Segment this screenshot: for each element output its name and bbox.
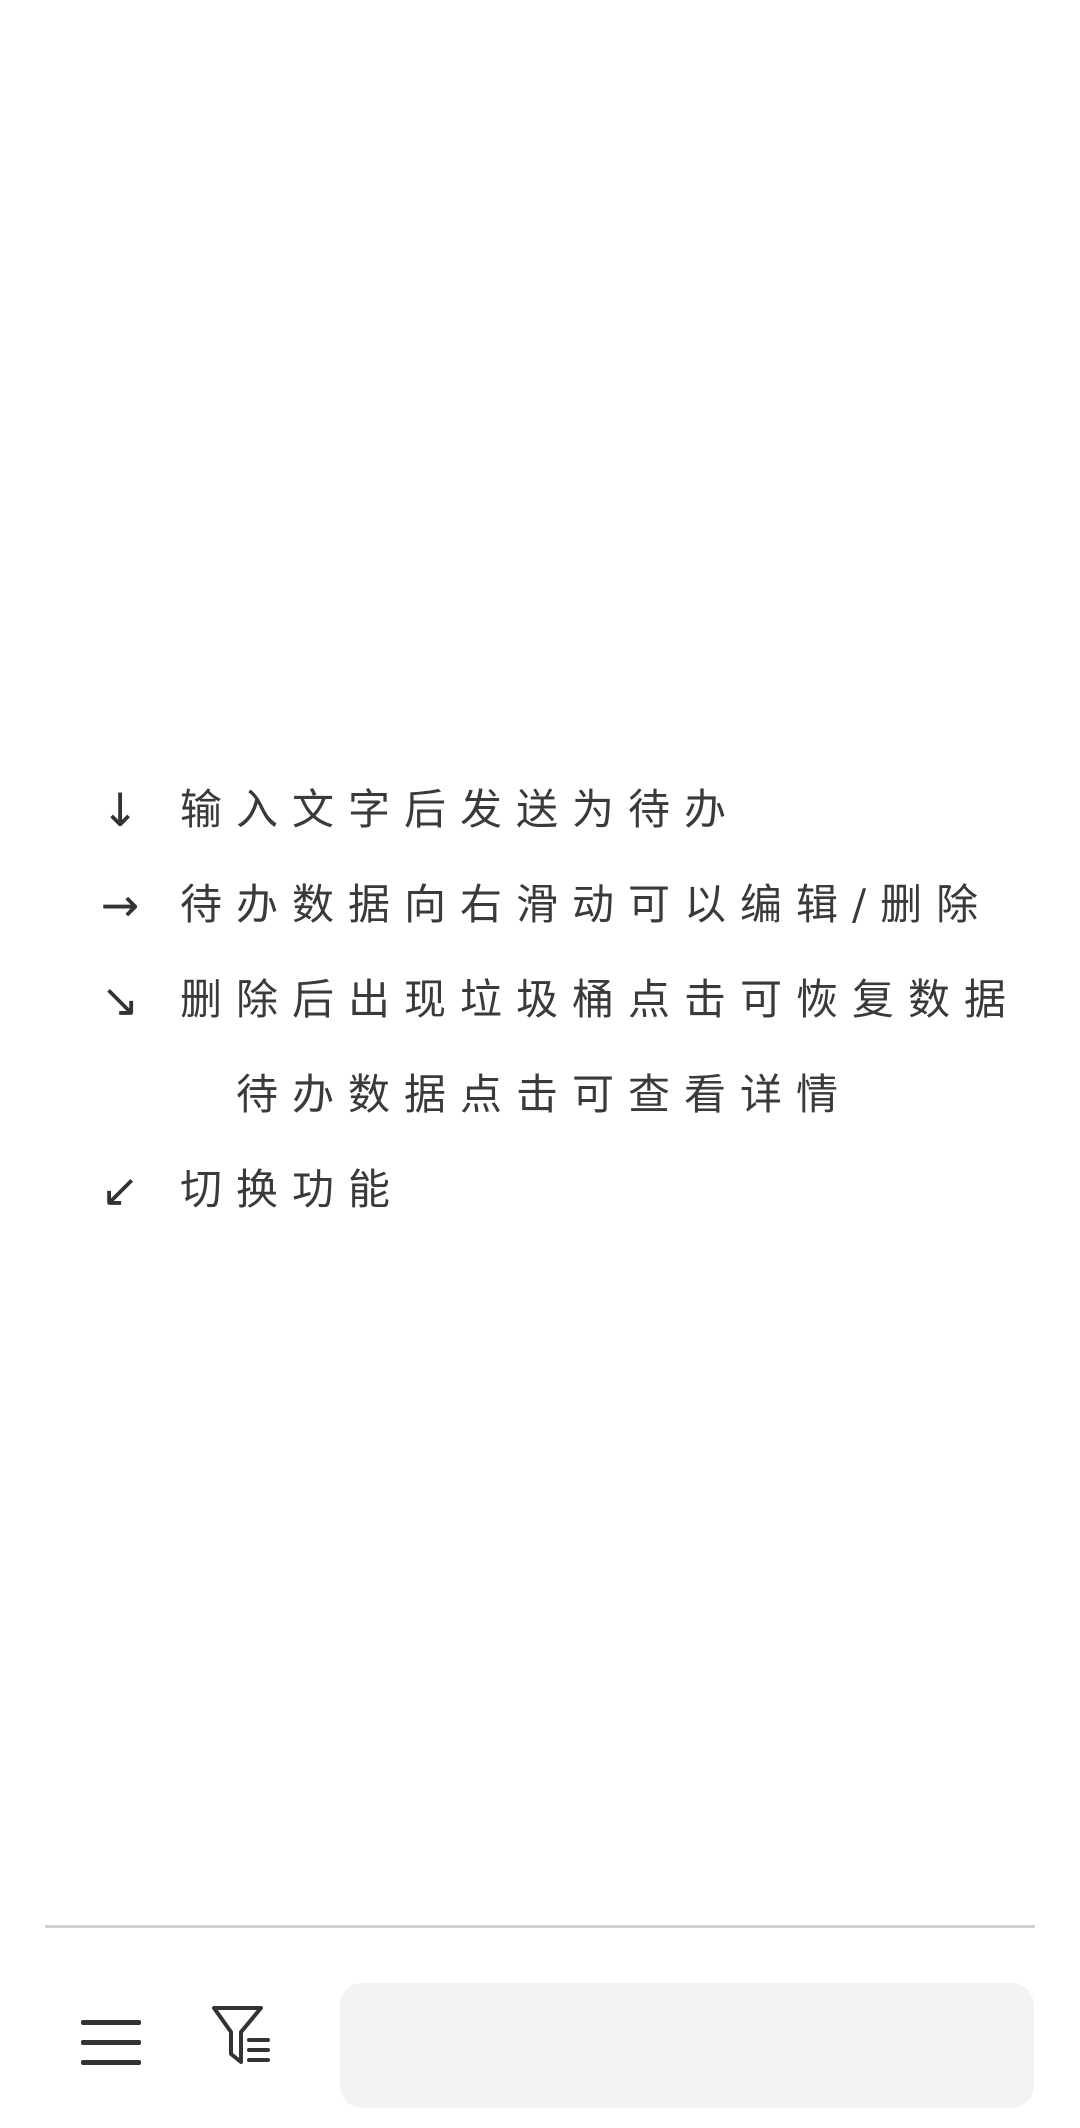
bottom-bar [0,1928,1080,2128]
hint-text-switch: 切换功能 [180,1165,405,1214]
todo-input[interactable] [340,1983,1034,2108]
menu-icon [81,2020,141,2065]
hint-text-send: 输入文字后发送为待办 [180,785,741,834]
arrow-down-left-icon: ↙ [100,1163,140,1217]
hint-row-send: ↓ 输入文字后发送为待办 [0,770,1080,850]
hint-text-swipe: 待办数据向右滑动可以编辑/删除 [180,880,993,929]
hint-text-details: 待办数据点击可查看详情 [236,1070,853,1119]
hint-row-restore: ↘ 删除后出现垃圾桶点击可恢复数据 [0,960,1080,1040]
arrow-down-right-icon: ↘ [100,973,140,1027]
filter-button[interactable] [196,1990,286,2080]
arrow-down-icon: ↓ [100,783,140,837]
arrow-right-icon: → [100,878,140,932]
hint-text-restore: 删除后出现垃圾桶点击可恢复数据 [180,975,1021,1024]
hint-row-details: 待办数据点击可查看详情 [0,1055,1080,1135]
hint-row-swipe: → 待办数据向右滑动可以编辑/删除 [0,865,1080,945]
hint-row-switch: ↙ 切换功能 [0,1150,1080,1230]
menu-button[interactable] [66,1998,156,2088]
filter-list-icon [212,2006,270,2064]
